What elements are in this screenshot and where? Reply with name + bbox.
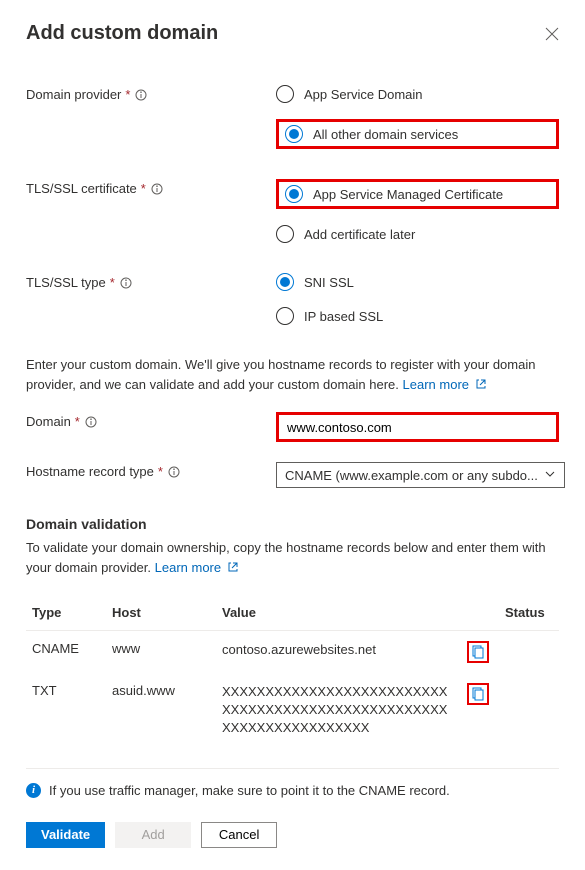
domain-input[interactable] xyxy=(276,412,559,442)
col-host: Host xyxy=(106,595,216,631)
col-status: Status xyxy=(499,595,559,631)
info-icon: i xyxy=(26,783,41,798)
info-icon[interactable] xyxy=(168,466,180,478)
chevron-down-icon xyxy=(544,468,556,483)
domain-provider-label: Domain provider* xyxy=(26,85,276,102)
hostname-type-select[interactable]: CNAME (www.example.com or any subdo... xyxy=(276,462,565,488)
domain-validation-heading: Domain validation xyxy=(26,516,559,532)
info-icon[interactable] xyxy=(135,89,147,101)
col-value: Value xyxy=(216,595,461,631)
radio-cert-later[interactable]: Add certificate later xyxy=(276,225,559,243)
validate-button[interactable]: Validate xyxy=(26,822,105,848)
validation-table: Type Host Value Status CNAME www contoso… xyxy=(26,595,559,748)
info-icon[interactable] xyxy=(151,183,163,195)
close-icon[interactable] xyxy=(545,27,559,41)
copy-button[interactable] xyxy=(467,641,489,663)
copy-button[interactable] xyxy=(467,683,489,705)
tls-cert-label: TLS/SSL certificate* xyxy=(26,179,276,196)
external-link-icon xyxy=(475,376,487,388)
learn-more-link[interactable]: Learn more xyxy=(155,560,239,575)
table-row: CNAME www contoso.azurewebsites.net xyxy=(26,631,559,674)
domain-label: Domain* xyxy=(26,412,276,429)
cancel-button[interactable]: Cancel xyxy=(201,822,277,848)
radio-all-other-domain-services[interactable]: All other domain services xyxy=(285,125,458,143)
external-link-icon xyxy=(227,559,239,571)
hostname-type-label: Hostname record type* xyxy=(26,462,276,479)
col-type: Type xyxy=(26,595,106,631)
radio-sni-ssl[interactable]: SNI SSL xyxy=(276,273,559,291)
radio-app-service-domain[interactable]: App Service Domain xyxy=(276,85,559,103)
table-row: TXT asuid.www XXXXXXXXXXXXXXXXXXXXXXXXXX… xyxy=(26,673,559,748)
validation-help-text: To validate your domain ownership, copy … xyxy=(26,538,559,577)
radio-ip-ssl[interactable]: IP based SSL xyxy=(276,307,559,325)
traffic-manager-note: i If you use traffic manager, make sure … xyxy=(26,768,559,798)
info-icon[interactable] xyxy=(85,416,97,428)
page-title: Add custom domain xyxy=(26,22,218,45)
tls-type-label: TLS/SSL type* xyxy=(26,273,276,290)
info-icon[interactable] xyxy=(120,277,132,289)
domain-help-text: Enter your custom domain. We'll give you… xyxy=(26,355,559,394)
radio-managed-cert[interactable]: App Service Managed Certificate xyxy=(285,185,503,203)
learn-more-link[interactable]: Learn more xyxy=(403,377,487,392)
add-button: Add xyxy=(115,822,191,848)
